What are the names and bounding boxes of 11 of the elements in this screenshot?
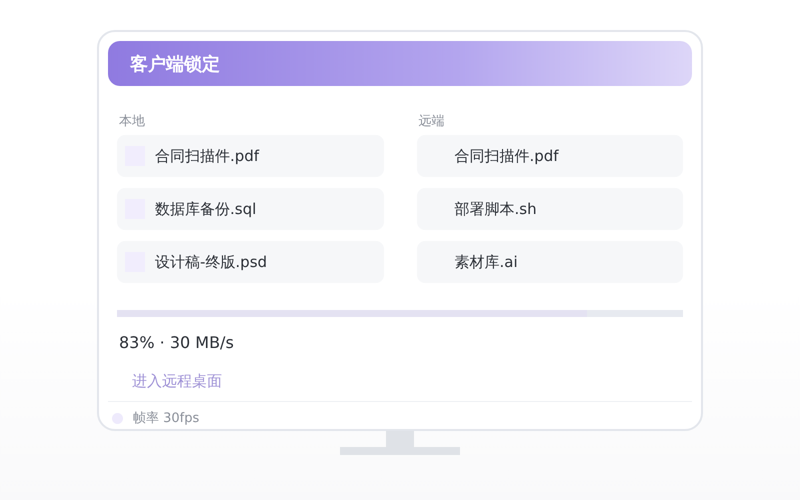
file-item[interactable]: 合同扫描件.pdf bbox=[117, 135, 384, 177]
file-item[interactable]: 素材库.ai bbox=[416, 241, 683, 283]
file-item[interactable]: 部署脚本.sh bbox=[416, 188, 683, 230]
column-label: 远端 bbox=[418, 114, 446, 130]
status-text: 帧率 30fps bbox=[133, 410, 200, 427]
window-title: 客户端锁定 bbox=[130, 52, 220, 76]
file-item[interactable]: 设计稿-终版.psd bbox=[117, 241, 384, 283]
file-item[interactable]: 合同扫描件.pdf bbox=[416, 135, 683, 177]
file-item[interactable]: 数据库备份.sql bbox=[117, 188, 384, 230]
transfer-reading: 83% · 30 MB/s bbox=[119, 333, 235, 352]
column-label: 本地 bbox=[119, 114, 146, 130]
